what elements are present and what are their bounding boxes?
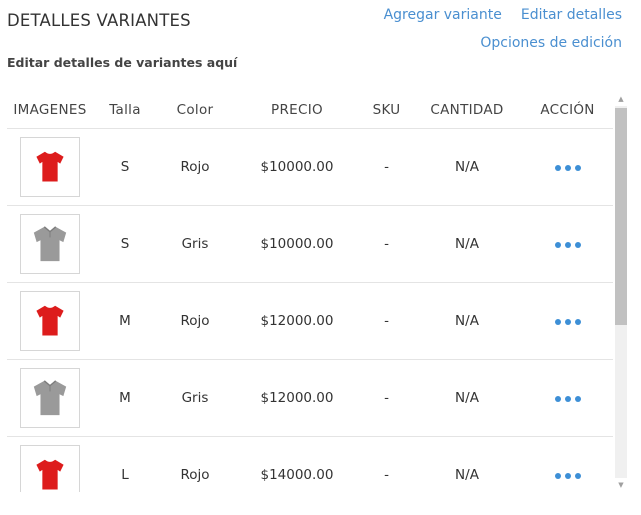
more-actions-icon[interactable] xyxy=(554,396,581,402)
sku-cell: - xyxy=(361,359,412,437)
color-cell: Gris xyxy=(157,205,233,283)
sku-cell: - xyxy=(361,282,412,360)
color-cell: Rojo xyxy=(157,436,233,492)
page-subtitle: Editar detalles de variantes aquí xyxy=(7,55,238,70)
color-cell: Rojo xyxy=(157,128,233,206)
variants-table-container: IMAGENES Talla Color PRECIO SKU CANTIDAD… xyxy=(7,92,613,492)
gray-polo-icon xyxy=(33,380,67,416)
sku-cell: - xyxy=(361,205,412,283)
more-actions-icon[interactable] xyxy=(554,242,581,248)
table-header-row: IMAGENES Talla Color PRECIO SKU CANTIDAD… xyxy=(7,92,613,129)
table-row: S Gris $10000.00 - N/A xyxy=(7,205,613,283)
red-tshirt-icon xyxy=(36,459,64,490)
table-row: L Rojo $14000.00 - N/A xyxy=(7,436,613,492)
price-cell: $12000.00 xyxy=(233,282,361,360)
more-actions-icon[interactable] xyxy=(554,165,581,171)
column-header-size: Talla xyxy=(93,92,157,129)
variant-image[interactable] xyxy=(20,214,80,274)
variant-image[interactable] xyxy=(20,291,80,351)
more-actions-icon[interactable] xyxy=(554,473,581,479)
size-cell: M xyxy=(93,282,157,360)
edit-details-link[interactable]: Editar detalles xyxy=(521,6,622,24)
column-header-color: Color xyxy=(157,92,233,129)
column-header-quantity: CANTIDAD xyxy=(412,92,522,129)
table-row: S Rojo $10000.00 - N/A xyxy=(7,128,613,206)
add-variant-link[interactable]: Agregar variante xyxy=(384,6,502,24)
price-cell: $10000.00 xyxy=(233,128,361,206)
scroll-down-arrow-icon[interactable]: ▼ xyxy=(613,478,629,492)
color-cell: Rojo xyxy=(157,282,233,360)
size-cell: S xyxy=(93,205,157,283)
quantity-cell: N/A xyxy=(412,359,522,437)
column-header-sku: SKU xyxy=(361,92,412,129)
sku-cell: - xyxy=(361,436,412,492)
color-cell: Gris xyxy=(157,359,233,437)
quantity-cell: N/A xyxy=(412,128,522,206)
quantity-cell: N/A xyxy=(412,205,522,283)
sku-cell: - xyxy=(361,128,412,206)
table-row: M Gris $12000.00 - N/A xyxy=(7,359,613,437)
vertical-scrollbar[interactable]: ▲ ▼ xyxy=(613,92,629,492)
header-links: Agregar variante Editar detalles Opcione… xyxy=(384,6,622,52)
scroll-up-arrow-icon[interactable]: ▲ xyxy=(613,92,629,106)
quantity-cell: N/A xyxy=(412,436,522,492)
gray-polo-icon xyxy=(33,226,67,262)
page-title: DETALLES VARIANTES xyxy=(7,11,191,30)
more-actions-icon[interactable] xyxy=(554,319,581,325)
table-row: M Rojo $12000.00 - N/A xyxy=(7,282,613,360)
scrollbar-thumb[interactable] xyxy=(615,108,627,325)
red-tshirt-icon xyxy=(36,305,64,336)
size-cell: L xyxy=(93,436,157,492)
column-header-action: ACCIÓN xyxy=(522,92,613,129)
column-header-images: IMAGENES xyxy=(7,92,93,129)
variant-image[interactable] xyxy=(20,368,80,428)
variants-table: IMAGENES Talla Color PRECIO SKU CANTIDAD… xyxy=(7,92,613,492)
price-cell: $12000.00 xyxy=(233,359,361,437)
variant-image[interactable] xyxy=(20,137,80,197)
quantity-cell: N/A xyxy=(412,282,522,360)
price-cell: $10000.00 xyxy=(233,205,361,283)
price-cell: $14000.00 xyxy=(233,436,361,492)
edit-options-link[interactable]: Opciones de edición xyxy=(480,35,622,51)
size-cell: S xyxy=(93,128,157,206)
column-header-price: PRECIO xyxy=(233,92,361,129)
red-tshirt-icon xyxy=(36,151,64,182)
size-cell: M xyxy=(93,359,157,437)
variant-image[interactable] xyxy=(20,445,80,492)
